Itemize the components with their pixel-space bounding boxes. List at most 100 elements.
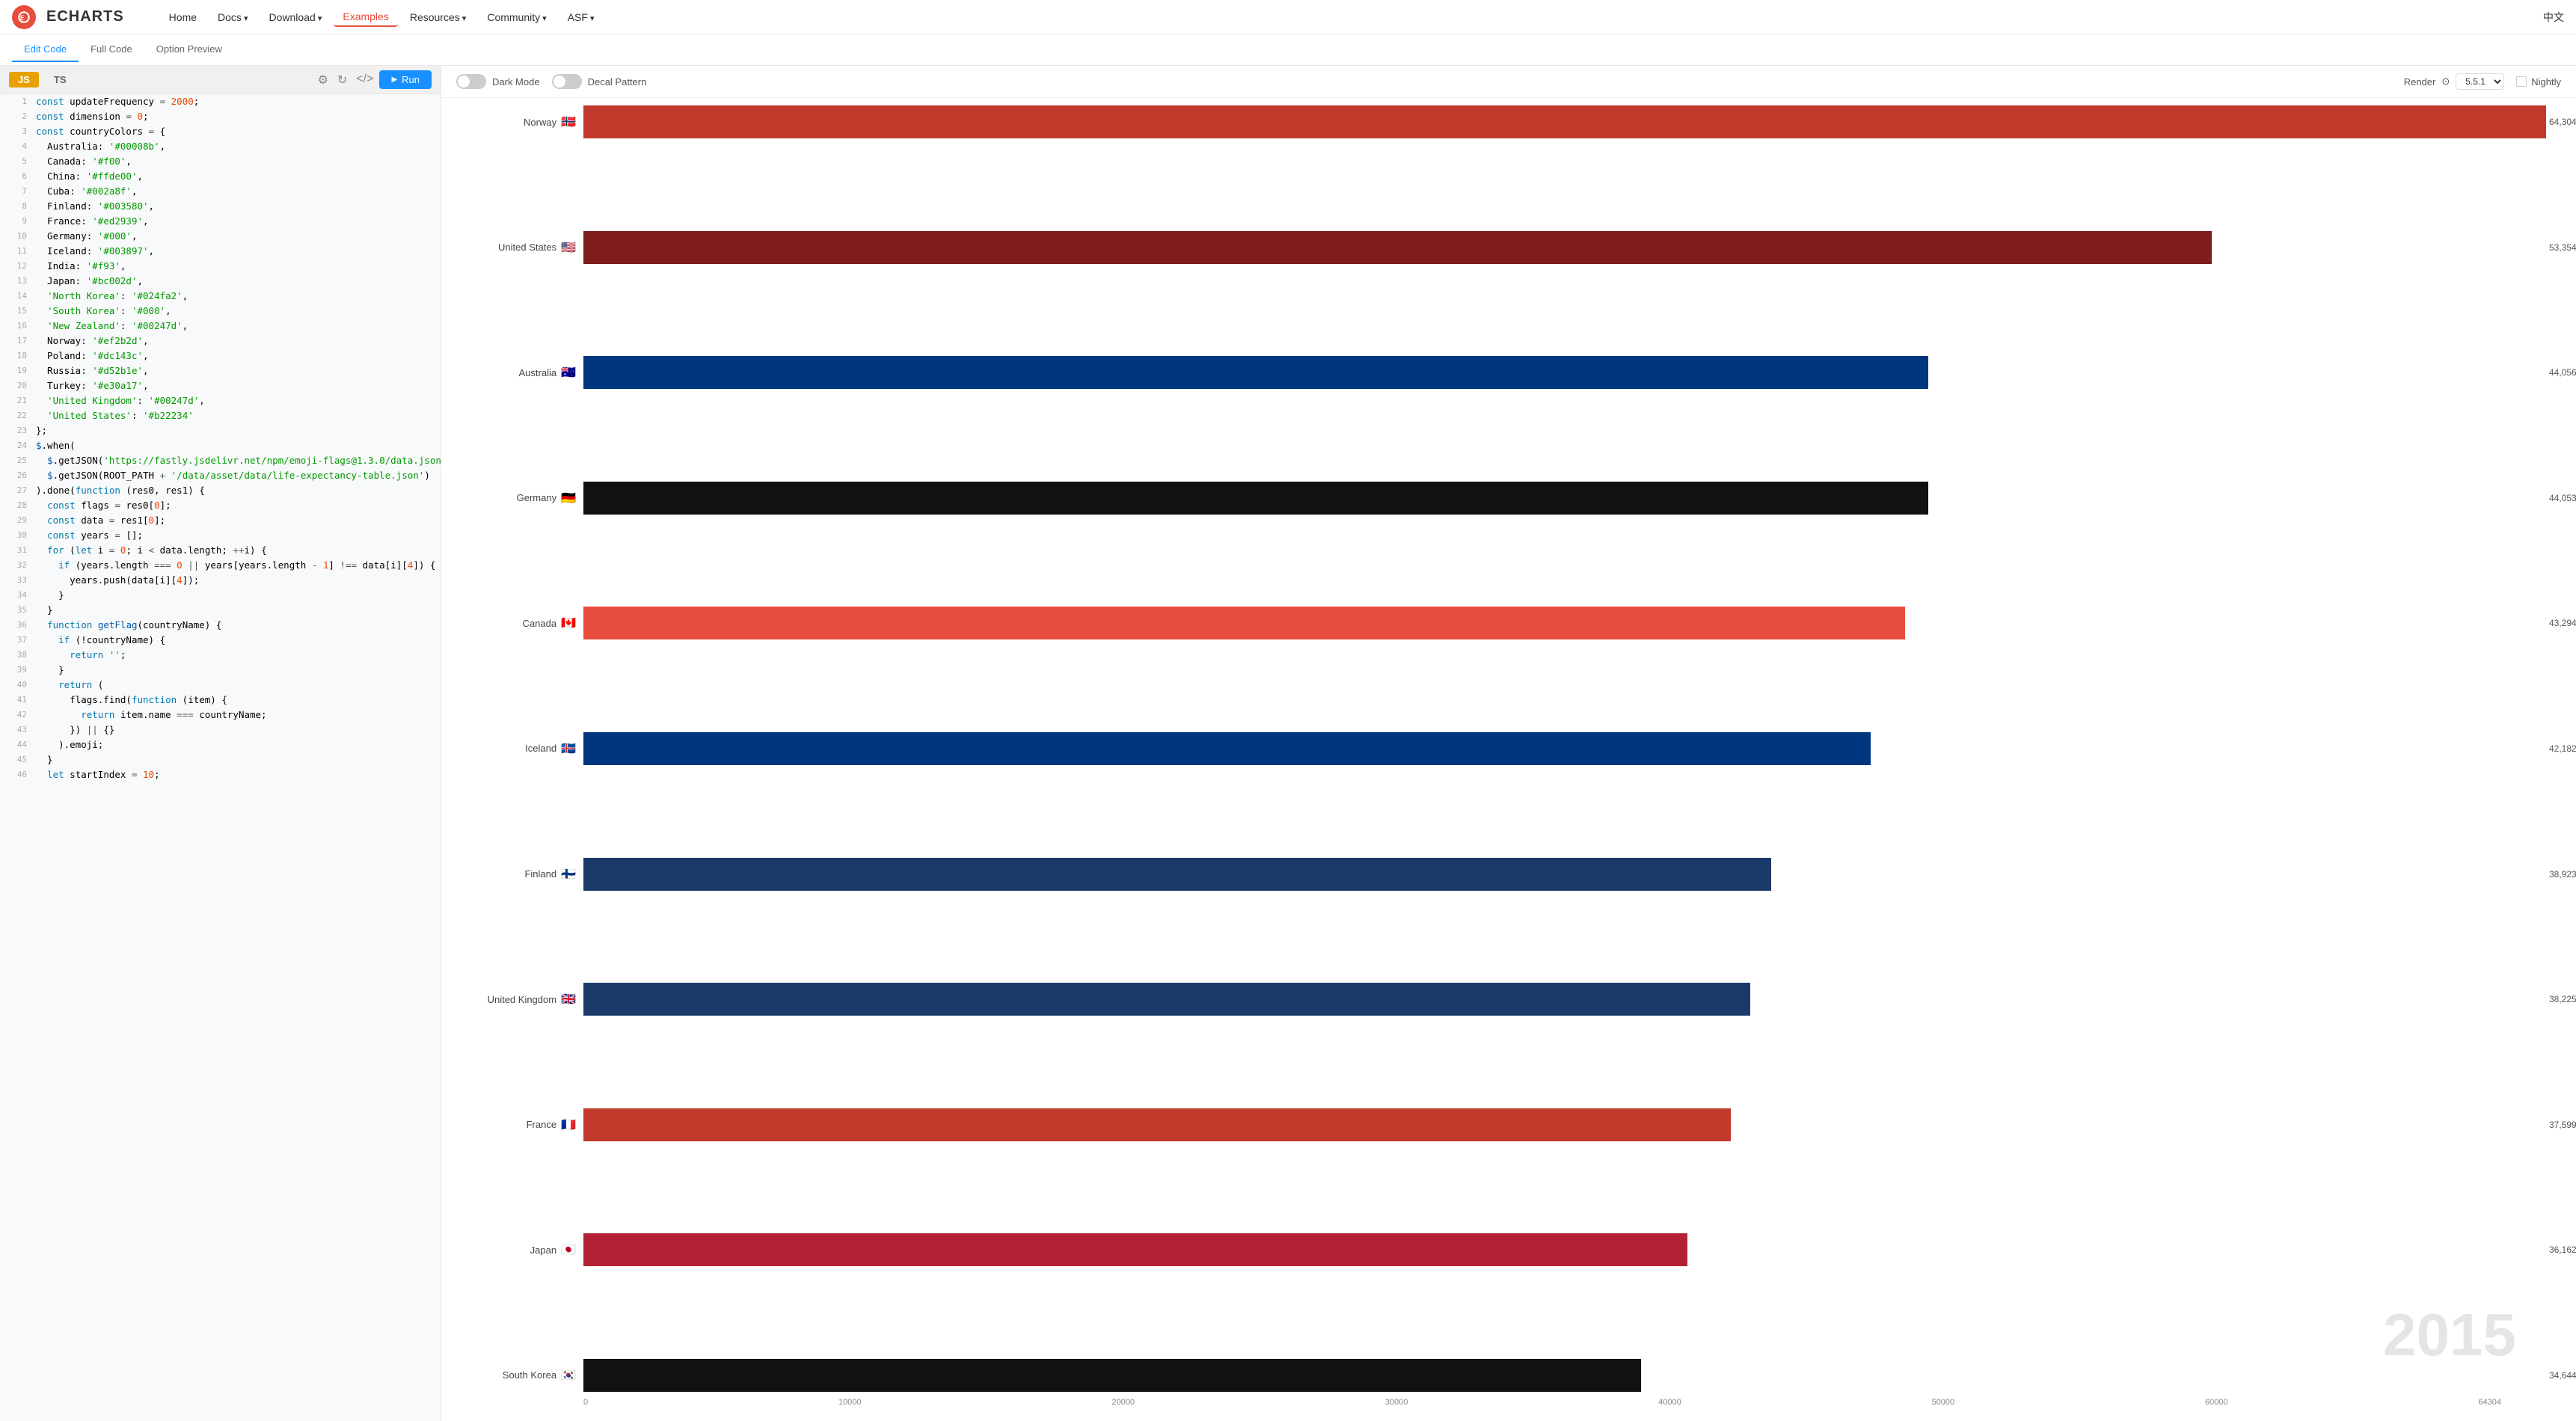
line-content: ).emoji; [36,737,435,752]
code-line: 23}; [0,423,441,438]
code-line: 44 ).emoji; [0,737,441,752]
bar-container: 42,182 [583,732,2546,765]
line-content: for (let i = 0; i < data.length; ++i) { [36,543,435,558]
line-content: 'United States': '#b22234' [36,408,435,423]
code-line: 5 Canada: '#f00', [0,154,441,169]
x-axis-label: 50000 [1932,1398,1955,1407]
x-labels: 010000200003000040000500006000064304 [583,1398,2501,1407]
x-axis-label: 40000 [1658,1398,1681,1407]
line-content: return ''; [36,648,435,663]
line-number: 44 [6,737,27,752]
decal-pattern-toggle[interactable] [552,74,582,89]
chart-topbar: Dark Mode Decal Pattern Render ⊙ 5.5.1 N… [441,66,2576,98]
settings-icon[interactable]: ⚙ [318,73,328,88]
line-content: $.getJSON('https://fastly.jsdelivr.net/n… [36,453,441,468]
line-number: 14 [6,289,27,304]
line-number: 7 [6,184,27,199]
js-button[interactable]: JS [9,72,39,88]
line-content: }; [36,423,435,438]
run-button[interactable]: Run [379,70,432,89]
line-number: 46 [6,767,27,782]
line-number: 6 [6,169,27,184]
logo[interactable]: E ECHARTS [12,5,142,29]
nav-home[interactable]: Home [160,8,206,26]
lang-switch[interactable]: 中文 [2543,10,2564,25]
bar [583,1233,1687,1266]
nav-resources[interactable]: Resources [401,8,476,26]
country-name: Australia [519,367,557,378]
country-flag: 🇬🇧 [561,992,576,1007]
dark-mode-toggle[interactable] [456,74,486,89]
bar-container: 64,304 [583,105,2546,138]
code-line: 43 }) || {} [0,722,441,737]
x-axis-label: 60000 [2205,1398,2228,1407]
code-line: 9 France: '#ed2939', [0,214,441,229]
chart-row: Germany 🇩🇪 44,053 [456,482,2546,515]
render-version-select[interactable]: 5.5.1 [2456,73,2504,90]
x-axis-label: 20000 [1111,1398,1135,1407]
chart-row: United States 🇺🇸 53,354 [456,231,2546,264]
tab-option-preview[interactable]: Option Preview [144,37,234,62]
chart-row: Iceland 🇮🇸 42,182 [456,732,2546,765]
line-number: 18 [6,349,27,363]
line-number: 2 [6,109,27,124]
code-line: 6 China: '#ffde00', [0,169,441,184]
line-number: 10 [6,229,27,244]
code-line: 38 return ''; [0,648,441,663]
country-flag: 🇨🇦 [561,616,576,630]
dark-mode-label: Dark Mode [492,76,540,88]
code-line: 21 'United Kingdom': '#00247d', [0,393,441,408]
line-number: 19 [6,363,27,378]
nav-download[interactable]: Download [260,8,331,26]
line-number: 20 [6,378,27,393]
nightly-checkbox[interactable] [2516,76,2527,87]
line-content: years.push(data[i][4]); [36,573,435,588]
country-name: Germany [517,492,556,503]
line-number: 38 [6,648,27,663]
code-line: 14 'North Korea': '#024fa2', [0,289,441,304]
nav-docs[interactable]: Docs [209,8,257,26]
country-flag: 🇯🇵 [561,1242,576,1257]
line-content: Norway: '#ef2b2d', [36,334,435,349]
tab-full-code[interactable]: Full Code [79,37,144,62]
line-content: Iceland: '#003897', [36,244,435,259]
country-flag: 🇫🇷 [561,1117,576,1132]
country-flag: 🇫🇮 [561,867,576,882]
country-name: Canada [523,618,557,629]
code-line: 35 } [0,603,441,618]
line-number: 9 [6,214,27,229]
expand-icon[interactable]: </> [356,73,373,88]
code-line: 28 const flags = res0[0]; [0,498,441,513]
tab-edit-code[interactable]: Edit Code [12,37,79,62]
bar-value: 38,225 [2549,994,2576,1004]
code-area[interactable]: 1const updateFrequency = 2000;2const dim… [0,94,441,1418]
ts-button[interactable]: TS [45,72,76,88]
line-number: 31 [6,543,27,558]
nav-examples[interactable]: Examples [334,7,397,27]
nav-community[interactable]: Community [478,8,555,26]
chart-row: Canada 🇨🇦 43,294 [456,607,2546,639]
line-number: 39 [6,663,27,678]
line-number: 24 [6,438,27,453]
country-name: Iceland [525,743,556,754]
refresh-icon[interactable]: ↻ [337,73,347,88]
nightly-label: Nightly [2531,76,2561,88]
code-line: 17 Norway: '#ef2b2d', [0,334,441,349]
code-line: 22 'United States': '#b22234' [0,408,441,423]
bar [583,607,1905,639]
bar [583,105,2546,138]
code-line: 32 if (years.length === 0 || years[years… [0,558,441,573]
line-number: 40 [6,678,27,693]
nav-asf[interactable]: ASF [559,8,604,26]
line-number: 4 [6,139,27,154]
line-number: 34 [6,588,27,603]
dark-mode-toggle-group: Dark Mode [456,74,540,89]
render-icon: ⊙ [2441,76,2450,88]
bar-value: 34,644 [2549,1370,2576,1381]
logo-text: ECHARTS [46,8,124,25]
line-number: 35 [6,603,27,618]
render-group: Render ⊙ 5.5.1 [2404,73,2505,90]
line-number: 21 [6,393,27,408]
bar-container: 44,056 [583,356,2546,389]
line-content: India: '#f93', [36,259,435,274]
